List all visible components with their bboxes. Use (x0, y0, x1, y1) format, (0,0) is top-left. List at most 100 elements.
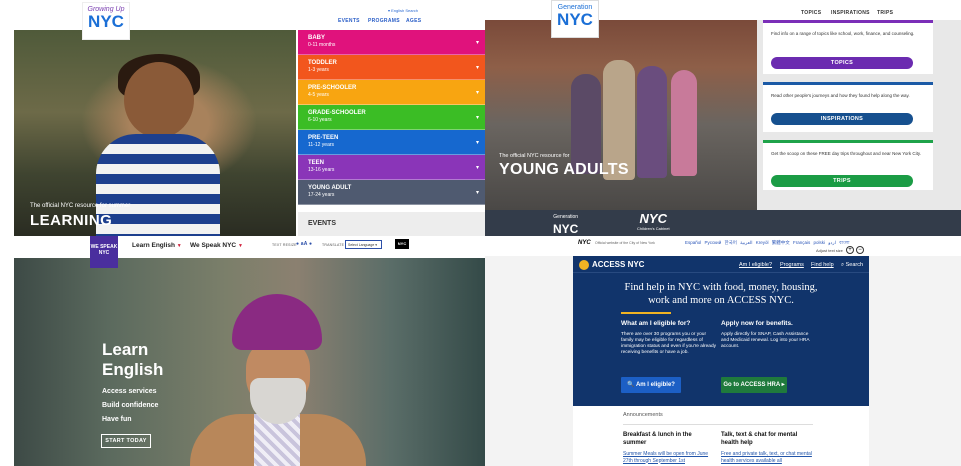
age-range: 11-12 years (308, 142, 335, 148)
announcement-mental-health: Talk, text & chat for mental health help… (721, 432, 813, 464)
nav-trips[interactable]: TRIPS (877, 10, 893, 16)
footer: Generation NYC NYC Children's Cabinet (485, 210, 961, 236)
nav-programs[interactable]: Programs (780, 262, 804, 268)
person (671, 70, 697, 176)
hero-heading: Find help in NYC with food, money, housi… (624, 282, 818, 306)
age-group-name: BABY (308, 35, 326, 41)
announcement-summer-meals: Breakfast & lunch in the summer Summer M… (623, 432, 715, 464)
top-bar (0, 0, 485, 30)
link-build-confidence[interactable]: Build confidence (102, 402, 158, 409)
age-menu-item[interactable]: YOUNG ADULT 17-24 years ▾ (298, 180, 485, 205)
nav-ages[interactable]: AGES (406, 18, 421, 24)
child-face (124, 62, 194, 138)
growing-up-nyc-logo[interactable]: Growing Up NYC (82, 2, 130, 40)
card-text: Get the scoop on these FREE day trips th… (771, 151, 922, 156)
footer-logo-title: NYC (553, 222, 579, 236)
announcements-heading: Announcements (623, 412, 663, 418)
start-today-button[interactable]: START TODAY (101, 434, 151, 448)
age-menu-item[interactable]: TEEN 13-16 years ▾ (298, 155, 485, 180)
age-menu-item[interactable]: PRE-SCHOOLER 4-5 years ▾ (298, 80, 485, 105)
age-group-name: PRE-TEEN (308, 135, 339, 141)
apply-column: Apply now for benefits. Apply directly f… (721, 320, 817, 350)
link-access-services[interactable]: Access services (102, 388, 157, 395)
age-group-name: GRADE-SCHOOLER (308, 110, 366, 116)
man-turban (232, 294, 322, 350)
translate-label: TRANSLATE (322, 243, 345, 247)
announcement-link[interactable]: Free and private talk, text, or chat men… (721, 451, 813, 464)
eligibility-text: There are over 30 programs you or your f… (621, 332, 717, 355)
chevron-down-icon: ▾ (475, 140, 479, 146)
announcement-link[interactable]: Summer Meals will be open from June 27th… (623, 451, 715, 464)
go-to-access-hra-button[interactable]: Go to ACCESS HRA ▸ (721, 377, 787, 393)
footer-generation-nyc-logo[interactable]: Generation NYC (553, 214, 578, 236)
nyc-badge[interactable]: NYC (395, 239, 409, 249)
inspirations-button[interactable]: INSPIRATIONS (771, 113, 913, 125)
eligibility-column: What am I eligible for? There are over 3… (621, 320, 717, 356)
card-inspirations: Read other people's journeys and how the… (763, 82, 933, 132)
chevron-down-icon: ▾ (475, 40, 479, 46)
nav-am-i-eligible[interactable]: Am I eligible? (739, 262, 772, 268)
access-nyc-header: ACCESS NYC Am I eligible? Programs Find … (573, 256, 869, 273)
age-range: 17-24 years (308, 192, 335, 198)
chevron-down-icon: ▾ (475, 115, 479, 121)
person (571, 74, 601, 174)
age-range: 0-11 months (308, 42, 336, 48)
government-bar: NYC Official website of the City of New … (485, 236, 961, 256)
menu-we-speak-nyc[interactable]: We Speak NYC ▼ (190, 242, 243, 249)
chevron-down-icon: ▾ (475, 90, 479, 96)
search-link[interactable]: ⌕ Search (841, 262, 863, 269)
resource-cards: Find info on a range of topics like scho… (757, 20, 961, 210)
footer-childrens-cabinet-logo[interactable]: NYC Children's Cabinet (637, 211, 670, 232)
age-menu-item[interactable]: PRE-TEEN 11-12 years ▾ (298, 130, 485, 155)
nav-find-help[interactable]: Find help (811, 262, 834, 268)
age-menu-item[interactable]: GRADE-SCHOOLER 6-10 years ▾ (298, 105, 485, 130)
chevron-down-icon: ▾ (475, 190, 479, 196)
child-striped-shirt (96, 134, 220, 236)
hero-divider (621, 312, 671, 314)
access-nyc-brand[interactable]: ACCESS NYC (592, 260, 644, 269)
am-i-eligible-button[interactable]: 🔍 Am I eligible? (621, 377, 681, 393)
generation-nyc-logo[interactable]: Generation NYC (551, 0, 599, 38)
increase-text-icon[interactable]: + (846, 246, 854, 254)
hero-caption-small: The official NYC resource for (499, 153, 570, 159)
nav-events[interactable]: EVENTS (338, 18, 360, 24)
footer-childrens-cabinet-text: Children's Cabinet (637, 226, 670, 231)
age-range: 1-3 years (308, 67, 329, 73)
age-menu-item[interactable]: BABY 0-11 months ▾ (298, 30, 485, 55)
announcements-section: Announcements Breakfast & lunch in the s… (573, 406, 869, 466)
generation-nyc-panel: Generation NYC TOPICS INSPIRATIONS TRIPS… (485, 0, 961, 236)
logo-title: NYC (88, 12, 124, 31)
apply-title: Apply now for benefits. (721, 320, 793, 327)
caret-down-icon: ▼ (176, 243, 182, 249)
events-heading: EVENTS (298, 212, 485, 236)
topics-button[interactable]: TOPICS (771, 57, 913, 69)
trips-button[interactable]: TRIPS (771, 175, 913, 187)
hero-photo-young-adults (485, 20, 757, 210)
text-size-controls[interactable]: ● aA ● (296, 241, 312, 247)
card-text: Find info on a range of topics like scho… (771, 31, 915, 36)
hero-caption-title: YOUNG ADULTS (499, 161, 629, 178)
announcement-title: Breakfast & lunch in the summer (623, 432, 692, 446)
language-links[interactable]: Español Русский 한국어 العربية Kreyòl 繁體中文 … (685, 240, 850, 247)
we-speak-nyc-logo[interactable]: WE SPEAK NYC (90, 236, 118, 268)
age-group-name: YOUNG ADULT (308, 185, 352, 191)
decrease-text-icon[interactable]: − (856, 246, 864, 254)
menu-learn-english[interactable]: Learn English ▼ (132, 242, 182, 249)
nav-topics[interactable]: TOPICS (801, 10, 821, 16)
select-language-dropdown[interactable]: Select Language ▾ (345, 240, 382, 249)
nav-inspirations[interactable]: INSPIRATIONS (831, 10, 870, 16)
chevron-down-icon: ▾ (475, 165, 479, 171)
nyc-gov-logo[interactable]: NYC (578, 240, 591, 246)
footer-nyc-mark: NYC (639, 211, 667, 226)
link-have-fun[interactable]: Have fun (102, 416, 132, 423)
menu-label: Learn English (132, 242, 175, 249)
announcements-divider (623, 424, 813, 425)
access-nyc-logo-icon[interactable] (579, 260, 589, 270)
access-nyc-panel: NYC Official website of the City of New … (485, 236, 961, 466)
age-menu-item[interactable]: TODDLER 1-3 years ▾ (298, 55, 485, 80)
age-range: 13-16 years (308, 167, 335, 173)
age-group-name: PRE-SCHOOLER (308, 85, 357, 91)
nav-programs[interactable]: PROGRAMS (368, 18, 400, 24)
age-range: 4-5 years (308, 92, 329, 98)
language-search-links[interactable]: ▾ English Search (388, 8, 418, 13)
